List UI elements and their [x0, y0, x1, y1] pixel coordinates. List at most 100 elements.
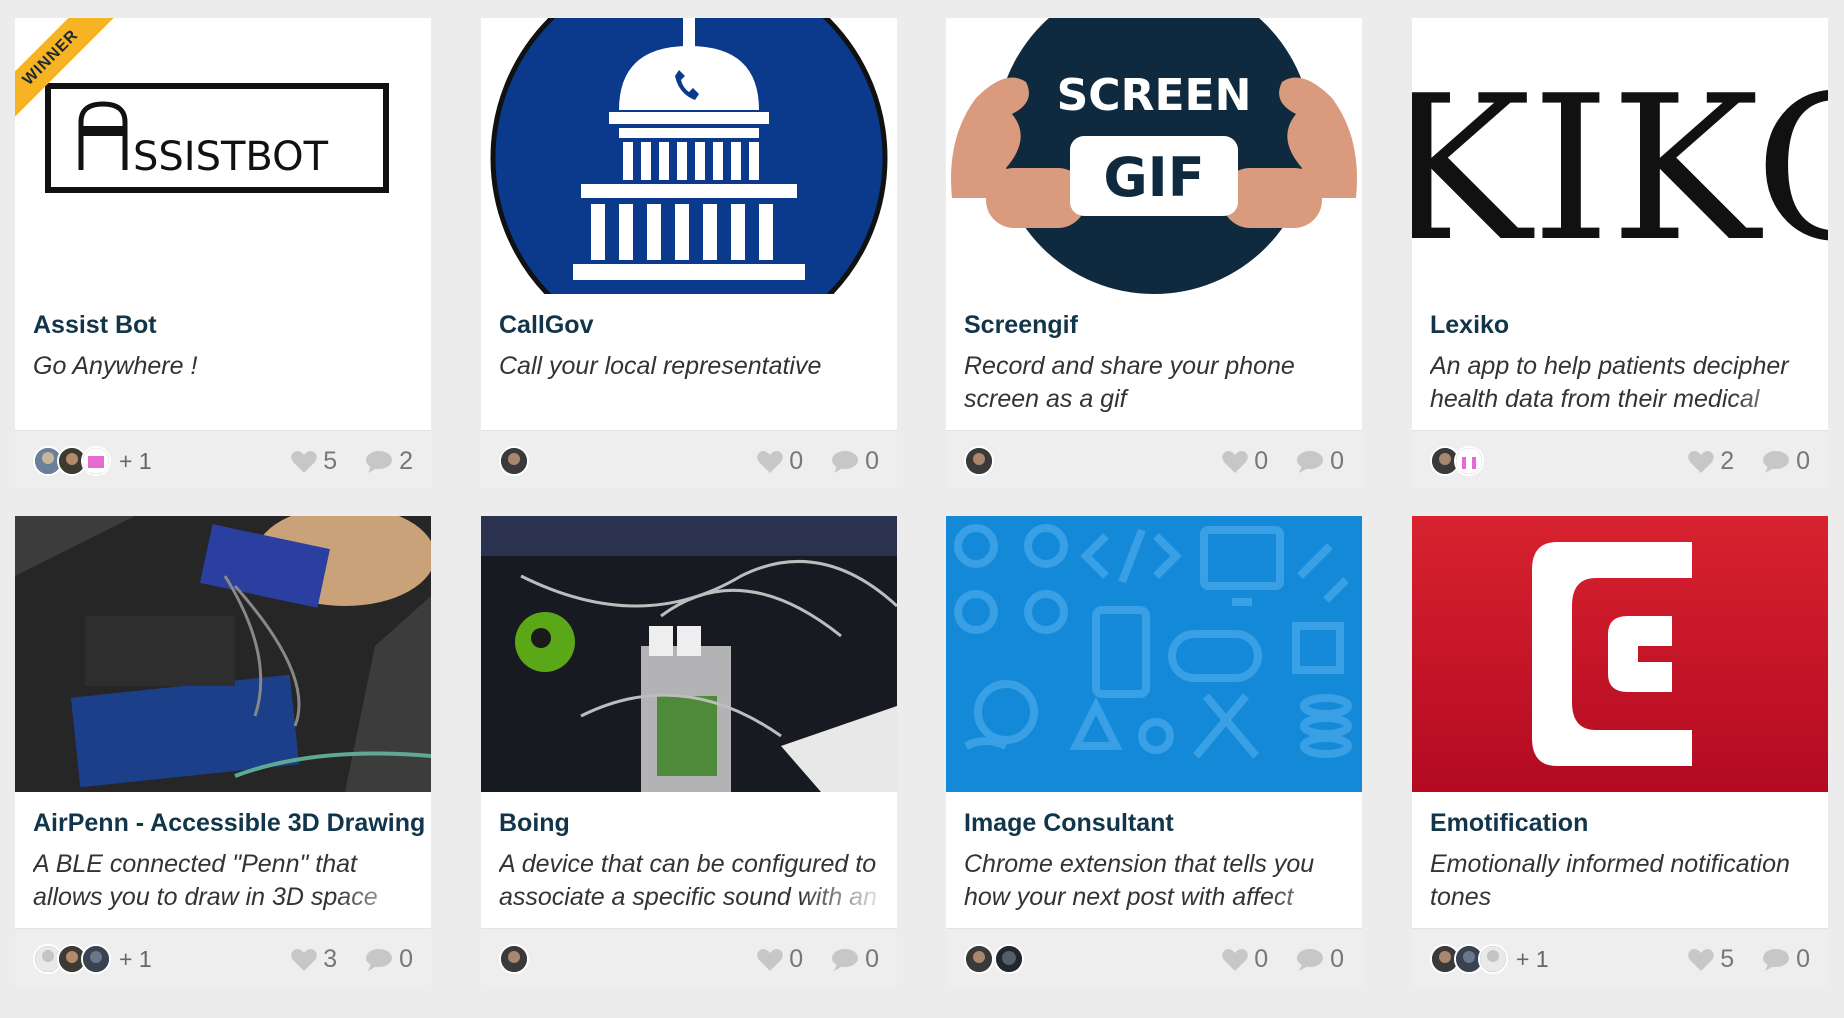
comments-count: 0	[865, 447, 879, 475]
more-members-count[interactable]: + 1	[119, 946, 152, 973]
likes-count: 0	[1254, 447, 1269, 475]
more-members-count[interactable]: + 1	[1516, 946, 1549, 973]
comment-icon[interactable]	[831, 450, 859, 474]
project-card[interactable]: SCREEN GIF Screengif Record and share yo…	[946, 18, 1362, 488]
comments-count: 0	[1330, 945, 1344, 973]
team-avatars	[964, 445, 994, 477]
comments-count: 0	[865, 945, 879, 973]
likes-count: 3	[323, 945, 338, 973]
comments-count: 0	[1796, 447, 1810, 475]
project-thumbnail[interactable]: KIKO	[1412, 18, 1828, 294]
project-thumbnail[interactable]: SSISTBOT WINNER	[15, 18, 431, 294]
heart-icon[interactable]	[1222, 948, 1248, 972]
project-card[interactable]: Boing A device that can be configured to…	[481, 516, 897, 986]
project-title[interactable]: AirPenn - Accessible 3D Drawing	[33, 809, 425, 838]
card-footer: 2 0	[1412, 430, 1828, 488]
card-stats: 5 2	[291, 447, 413, 476]
team-avatars	[499, 445, 529, 477]
card-stats: 2 0	[1688, 447, 1810, 476]
project-description: Emotionally informed notification tones	[1430, 848, 1822, 918]
avatar[interactable]	[1454, 446, 1484, 476]
comment-icon[interactable]	[365, 450, 393, 474]
project-title[interactable]: CallGov	[499, 311, 891, 340]
comment-icon[interactable]	[365, 948, 393, 972]
project-card[interactable]: KIKO Lexiko An app to help patients deci…	[1412, 18, 1828, 488]
lexiko-logo: KIKO	[1412, 53, 1828, 286]
comments-count: 0	[1330, 447, 1344, 475]
project-description: An app to help patients decipher health …	[1430, 350, 1822, 420]
comment-icon[interactable]	[1762, 948, 1790, 972]
likes-count: 5	[1720, 945, 1735, 973]
heart-icon[interactable]	[1688, 948, 1714, 972]
heart-icon[interactable]	[1688, 450, 1714, 474]
project-title[interactable]: Assist Bot	[33, 311, 425, 340]
project-title[interactable]: Screengif	[964, 311, 1356, 340]
comments-count: 0	[399, 945, 413, 973]
likes-count: 5	[323, 447, 338, 475]
avatar[interactable]	[994, 944, 1024, 974]
project-thumbnail[interactable]	[946, 516, 1362, 792]
project-card[interactable]: CallGov Call your local representative 0…	[481, 18, 897, 488]
avatar[interactable]	[964, 944, 994, 974]
project-description: Call your local representative	[499, 350, 891, 420]
heart-icon[interactable]	[291, 948, 317, 972]
avatar[interactable]	[81, 944, 111, 974]
team-avatars: + 1	[33, 445, 152, 477]
card-footer: 0 0	[481, 430, 897, 488]
project-card[interactable]: AirPenn - Accessible 3D Drawing A BLE co…	[15, 516, 431, 986]
project-description: A BLE connected "Penn" that allows you t…	[33, 848, 425, 918]
card-footer: + 1 5 0	[1412, 928, 1828, 986]
heart-icon[interactable]	[757, 450, 783, 474]
card-footer: 0 0	[946, 928, 1362, 986]
avatar[interactable]	[499, 944, 529, 974]
card-stats: 0 0	[1222, 945, 1344, 974]
project-thumbnail[interactable]	[1412, 516, 1828, 792]
card-footer: + 1 3 0	[15, 928, 431, 986]
avatar[interactable]	[1478, 944, 1508, 974]
heart-icon[interactable]	[291, 450, 317, 474]
card-footer: 0 0	[946, 430, 1362, 488]
project-thumbnail[interactable]	[481, 18, 897, 294]
project-description: A device that can be configured to assoc…	[499, 848, 891, 918]
card-stats: 0 0	[1222, 447, 1344, 476]
comment-icon[interactable]	[1296, 948, 1324, 972]
comments-count: 2	[399, 447, 413, 475]
project-thumbnail[interactable]	[481, 516, 897, 792]
comment-icon[interactable]	[1762, 450, 1790, 474]
screengif-logo-mid: GIF	[1103, 146, 1204, 209]
project-title[interactable]: Boing	[499, 809, 891, 838]
card-stats: 0 0	[757, 945, 879, 974]
project-thumbnail[interactable]	[15, 516, 431, 792]
team-avatars: + 1	[1430, 943, 1549, 975]
likes-count: 0	[789, 447, 804, 475]
likes-count: 0	[789, 945, 804, 973]
project-description: Chrome extension that tells you how your…	[964, 848, 1356, 918]
likes-count: 2	[1720, 447, 1735, 475]
project-title[interactable]: Emotification	[1430, 809, 1822, 838]
card-stats: 5 0	[1688, 945, 1810, 974]
project-card[interactable]: SSISTBOT WINNER Assist Bot Go Anywhere !…	[15, 18, 431, 488]
team-avatars	[499, 943, 529, 975]
card-footer: + 1 5 2	[15, 430, 431, 488]
project-card[interactable]: Emotification Emotionally informed notif…	[1412, 516, 1828, 986]
card-stats: 0 0	[757, 447, 879, 476]
comment-icon[interactable]	[1296, 450, 1324, 474]
comment-icon[interactable]	[831, 948, 859, 972]
avatar[interactable]	[964, 446, 994, 476]
more-members-count[interactable]: + 1	[119, 448, 152, 475]
avatar[interactable]	[81, 446, 111, 476]
screengif-logo-top: SCREEN	[1057, 70, 1252, 121]
team-avatars	[1430, 445, 1484, 477]
heart-icon[interactable]	[1222, 450, 1248, 474]
project-thumbnail[interactable]: SCREEN GIF	[946, 18, 1362, 294]
heart-icon[interactable]	[757, 948, 783, 972]
team-avatars	[964, 943, 1024, 975]
project-title[interactable]: Image Consultant	[964, 809, 1356, 838]
card-footer: 0 0	[481, 928, 897, 986]
comments-count: 0	[1796, 945, 1810, 973]
avatar[interactable]	[499, 446, 529, 476]
project-card[interactable]: Image Consultant Chrome extension that t…	[946, 516, 1362, 986]
assistbot-logo: SSISTBOT	[133, 134, 329, 180]
team-avatars: + 1	[33, 943, 152, 975]
project-title[interactable]: Lexiko	[1430, 311, 1822, 340]
